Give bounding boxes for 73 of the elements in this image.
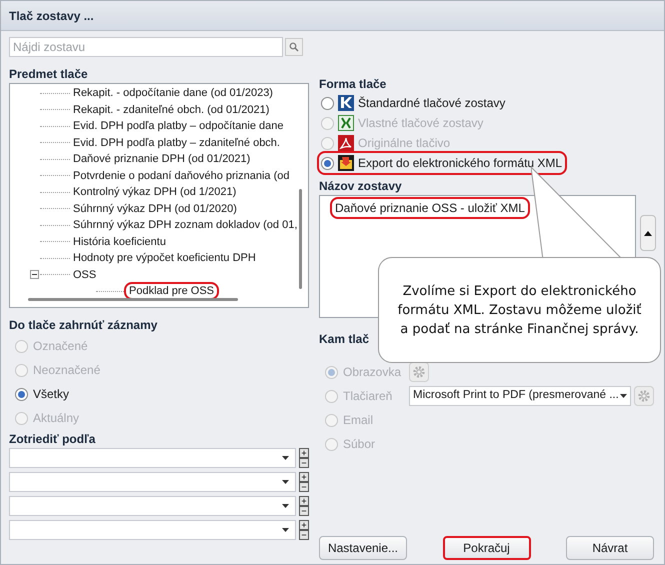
step-button[interactable]: − [299, 458, 309, 468]
section-heading: Do tlače zahrnúť záznamy [9, 317, 158, 334]
settings-icon [412, 365, 426, 379]
section-heading: Forma tlače [319, 76, 388, 93]
settings-button[interactable] [634, 386, 654, 406]
search-button[interactable] [285, 38, 303, 56]
tree-item[interactable]: Podklad pre OSS [126, 284, 217, 298]
tree-item[interactable]: Rekapit. - odpočítanie dane (od 01/2023) [70, 86, 276, 100]
tree-item[interactable]: Evid. DPH podľa platby – odpočítanie dane [70, 119, 287, 134]
dropdown-arrow-icon [620, 394, 627, 398]
radio-button[interactable] [15, 388, 28, 400]
window-title: Tlač zostavy ... [9, 8, 94, 24]
radio-label: Originálne tlačivo [358, 135, 450, 152]
radio-label: Vlastné tlačové zostavy [358, 115, 484, 132]
radio-label: Email [343, 412, 374, 429]
scroll-up-button[interactable] [640, 215, 656, 251]
settings-button[interactable] [409, 362, 429, 382]
step-button[interactable]: − [299, 530, 309, 540]
spreadsheet-icon [338, 115, 354, 131]
radio-label: Tlačiareň [343, 388, 392, 405]
tree-item[interactable]: História koeficientu [70, 234, 169, 249]
pdf-icon [338, 135, 354, 151]
up-arrow-icon [644, 230, 652, 236]
search-field[interactable]: Nájdi zostavu [9, 37, 283, 57]
radio-button[interactable] [321, 96, 334, 110]
radio-label: Obrazovka [343, 364, 402, 381]
collapse-toggle-icon[interactable] [30, 270, 39, 280]
section-heading: Kam tlač [319, 331, 370, 348]
logo-icon [338, 95, 354, 111]
sort-dropdown[interactable] [9, 472, 296, 492]
dialog-button[interactable]: Nastavenie... [319, 536, 407, 560]
radio-label: Súbor [343, 436, 376, 453]
step-button[interactable]: + [299, 448, 309, 458]
tree-item[interactable]: OSS [70, 268, 100, 282]
step-button[interactable]: − [299, 482, 309, 492]
callout-text: Zvolíme si Export do elektronického formátu XML. Zostavu môžeme uložiť a podať na stránke Finančnej správy. [396, 282, 642, 338]
tree-item[interactable]: Kontrolný výkaz DPH (od 1/2021) [70, 185, 240, 200]
section-heading: Názov zostavy [319, 178, 403, 195]
tree-item[interactable]: Rekapit. - zdaniteľné obch. (od 01/2021) [70, 102, 272, 117]
export-icon [338, 155, 354, 171]
radio-label: Aktuálny [33, 410, 80, 427]
sort-dropdown[interactable] [9, 448, 296, 468]
dialog-button[interactable]: Návrat [566, 536, 654, 560]
radio-label: Neoznačené [33, 362, 100, 379]
radio-label: Export do elektronického formátu XML [358, 155, 562, 172]
step-button[interactable]: + [299, 496, 309, 506]
dialog-button[interactable]: Pokračuj [442, 536, 530, 560]
sort-dropdown[interactable] [9, 496, 296, 516]
search-icon [289, 42, 299, 52]
tree-item[interactable]: Hodnoty pre výpočet koeficientu DPH [70, 251, 259, 266]
section-heading: Zotriediť podľa [9, 431, 96, 448]
dropdown-arrow-icon [282, 504, 289, 508]
radio-label: Štandardné tlačové zostavy [358, 95, 506, 112]
radio-label: Označené [33, 338, 88, 355]
tree-item[interactable]: Evid. DPH podľa platby – zdaniteľné obch. [70, 136, 283, 150]
dropdown-arrow-icon [282, 528, 289, 532]
sort-dropdown[interactable] [9, 520, 296, 540]
dropdown-arrow-icon [282, 456, 289, 460]
step-button[interactable]: + [299, 520, 309, 530]
scrollbar[interactable] [299, 189, 302, 289]
scrollbar[interactable] [28, 298, 238, 301]
tree-item[interactable]: Daňové priznanie DPH (od 01/2021) [70, 152, 254, 166]
settings-icon [637, 389, 651, 403]
dropdown-arrow-icon [282, 480, 289, 484]
radio-label: Všetky [33, 386, 70, 403]
step-button[interactable]: − [299, 506, 309, 516]
section-heading: Predmet tlače [9, 66, 89, 83]
radio-button[interactable] [321, 156, 334, 170]
tree-item[interactable]: Súhrnný výkaz DPH (od 01/2020) [70, 202, 240, 216]
tree-item[interactable]: Súhrnný výkaz DPH zoznam dokladov (od 01, [70, 218, 300, 232]
report-item[interactable]: Daňové priznanie OSS - uložiť XML [332, 199, 528, 217]
tree-item[interactable]: Potvrdenie o podaní daňového priznania (od [70, 168, 292, 183]
step-button[interactable]: + [299, 472, 309, 482]
